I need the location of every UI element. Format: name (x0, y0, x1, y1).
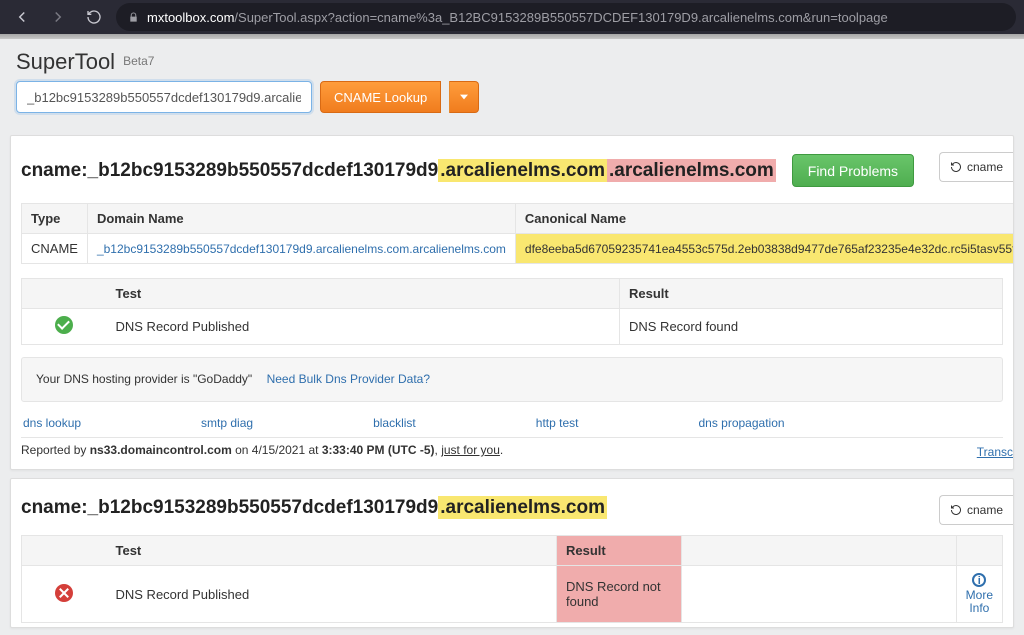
page-header: SuperTool Beta7 (0, 39, 1024, 81)
refresh-icon (950, 161, 962, 173)
info-icon: i (972, 573, 986, 587)
refresh-button[interactable]: cname (939, 495, 1013, 525)
query-toolbar: CNAME Lookup (0, 81, 1024, 127)
browser-chrome: mxtoolbox.com/SuperTool.aspx?action=cnam… (0, 0, 1024, 34)
test-table: Test Result DNS Record Published DNS Rec… (21, 535, 1003, 623)
refresh-icon (950, 504, 962, 516)
table-row: CNAME _b12bc9153289b550557dcdef130179d9.… (22, 234, 1015, 264)
beta-badge: Beta7 (123, 54, 154, 68)
test-table: Test Result DNS Record Published DNS Rec… (21, 278, 1003, 345)
transcript-link[interactable]: Transc (977, 445, 1013, 459)
back-button[interactable] (8, 3, 36, 31)
lookup-button[interactable]: CNAME Lookup (320, 81, 441, 113)
domain-link[interactable]: _b12bc9153289b550557dcdef130179d9.arcali… (97, 242, 506, 256)
col-type: Type (22, 204, 88, 234)
col-canonical: Canonical Name (515, 204, 1014, 234)
refresh-button[interactable]: cname (939, 152, 1013, 182)
query-input[interactable] (16, 81, 312, 113)
col-test: Test (107, 536, 557, 566)
col-result: Result (557, 536, 682, 566)
reported-by: Reported by ns33.domaincontrol.com on 4/… (21, 437, 1003, 457)
result-card-2: cname:_b12bc9153289b550557dcdef130179d9.… (10, 478, 1014, 628)
link-smtp-diag[interactable]: smtp diag (201, 416, 253, 430)
col-result: Result (620, 279, 1003, 309)
col-domain: Domain Name (87, 204, 515, 234)
more-info-link[interactable]: i More Info (966, 573, 993, 615)
link-http-test[interactable]: http test (536, 416, 579, 430)
page-title: SuperTool (16, 49, 115, 75)
reload-button[interactable] (80, 3, 108, 31)
link-dns-lookup[interactable]: dns lookup (23, 416, 81, 430)
address-bar[interactable]: mxtoolbox.com/SuperTool.aspx?action=cnam… (116, 3, 1016, 31)
result-title: cname:_b12bc9153289b550557dcdef130179d9.… (21, 497, 607, 519)
related-links: dns lookup smtp diag blacklist http test… (21, 412, 1003, 434)
cname-table: Type Domain Name Canonical Name CNAME _b… (21, 203, 1014, 264)
lookup-dropdown-button[interactable] (449, 81, 479, 113)
find-problems-button[interactable]: Find Problems (792, 154, 914, 187)
table-row: DNS Record Published DNS Record found (22, 309, 1003, 345)
link-blacklist[interactable]: blacklist (373, 416, 416, 430)
table-row: DNS Record Published DNS Record not foun… (22, 566, 1003, 623)
forward-button[interactable] (44, 3, 72, 31)
link-dns-prop[interactable]: dns propagation (698, 416, 784, 430)
error-icon (55, 584, 73, 602)
check-icon (55, 316, 73, 334)
provider-well: Your DNS hosting provider is "GoDaddy" N… (21, 357, 1003, 402)
bulk-dns-link[interactable]: Need Bulk Dns Provider Data? (267, 372, 430, 386)
result-card-1: cname:_b12bc9153289b550557dcdef130179d9.… (10, 135, 1014, 470)
col-test: Test (107, 279, 620, 309)
lock-icon (128, 11, 139, 24)
url-text: mxtoolbox.com/SuperTool.aspx?action=cnam… (147, 10, 888, 25)
result-title: cname:_b12bc9153289b550557dcdef130179d9.… (21, 160, 776, 182)
